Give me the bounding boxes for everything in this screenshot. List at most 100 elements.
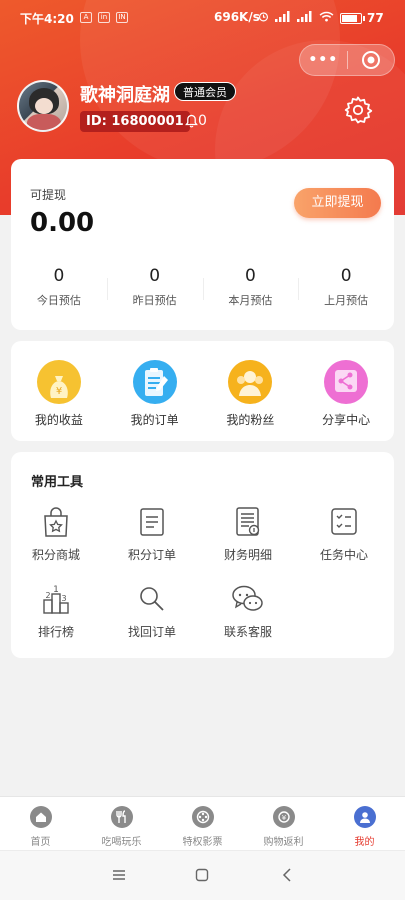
user-id-pill: ID: 16800001	[80, 111, 190, 132]
earnings-stats: 0 今日预估 0 昨日预估 0 本月预估 0 上月预估	[11, 266, 394, 308]
tool-label: 积分商城	[31, 548, 80, 562]
svg-text:¥: ¥	[281, 814, 286, 822]
tab-label: 购物返利	[263, 837, 304, 848]
stat-label: 昨日预估	[132, 294, 177, 307]
stat-today[interactable]: 0 今日预估	[11, 266, 107, 308]
tools-card: 常用工具 积分商城 积分订单 财务明细 任务中心 12 3 排行榜 找回订单 联系…	[11, 452, 394, 658]
shopping-icon: ¥	[272, 806, 295, 828]
stat-value: 0	[340, 266, 352, 286]
svg-text:3: 3	[61, 594, 66, 603]
film-icon	[191, 806, 214, 828]
stat-value: 0	[53, 266, 65, 286]
stat-this-month[interactable]: 0 本月预估	[202, 266, 299, 308]
tab-home[interactable]: 首页	[0, 797, 81, 850]
username: 歌神洞庭湖	[80, 85, 170, 106]
tool-ranking[interactable]: 12 3 排行榜	[8, 583, 104, 640]
battery-percent: 77	[367, 11, 384, 25]
tab-label: 我的	[354, 837, 375, 848]
more-icon[interactable]: •••	[300, 52, 347, 68]
tool-label: 排行榜	[37, 625, 74, 639]
svg-text:¥: ¥	[56, 386, 62, 397]
battery-fill	[342, 14, 358, 22]
withdraw-button[interactable]: 立即提现	[294, 188, 381, 218]
stat-value: 0	[244, 266, 256, 286]
finance-detail-icon	[236, 507, 260, 536]
withdrawable-amount: 0.00	[30, 208, 95, 238]
shortcut-my-orders[interactable]: 我的订单	[107, 341, 203, 441]
tools-title: 常用工具	[31, 475, 84, 490]
stat-label: 本月预估	[228, 294, 273, 307]
bottom-tab-bar: 首页 吃喝玩乐 特权影票 ¥ 购物返利 我的	[0, 796, 405, 850]
home-square-icon[interactable]	[195, 867, 209, 886]
signal-icon	[275, 11, 290, 22]
tool-label: 找回订单	[127, 625, 176, 639]
points-order-icon	[140, 508, 164, 536]
svg-text:2: 2	[45, 591, 50, 600]
stat-label: 今日预估	[36, 294, 81, 307]
stat-value: 0	[149, 266, 161, 286]
tool-customer-service[interactable]: 联系客服	[200, 583, 296, 640]
target-icon[interactable]	[347, 50, 394, 70]
search-order-icon	[140, 587, 164, 611]
stat-label: 上月预估	[324, 294, 369, 307]
status-time: 下午4:20	[20, 12, 74, 26]
gear-icon	[344, 96, 373, 124]
tool-task-center[interactable]: 任务中心	[296, 506, 392, 563]
status-bar: 下午4:20 A in IN 696K/s 77	[0, 0, 405, 36]
shortcut-share-center[interactable]: 分享中心	[298, 341, 394, 441]
balance-card: 可提现 0.00 立即提现 0 今日预估 0 昨日预估 0 本月预估 0 上月预…	[11, 159, 394, 330]
tab-label: 吃喝玩乐	[101, 837, 142, 848]
alarm-icon	[258, 12, 269, 22]
stat-last-month[interactable]: 0 上月预估	[298, 266, 394, 308]
tool-label: 财务明细	[223, 548, 272, 562]
stat-yesterday[interactable]: 0 昨日预估	[106, 266, 203, 308]
fans-icon	[228, 360, 273, 404]
signal-icon	[297, 11, 312, 22]
menu-icon[interactable]	[112, 867, 126, 886]
bell-icon	[185, 114, 198, 128]
task-center-icon	[331, 508, 357, 535]
home-icon	[29, 806, 52, 828]
notification-mini-icon: A	[80, 12, 92, 23]
tab-label: 首页	[30, 837, 51, 848]
wifi-icon	[319, 11, 334, 22]
tab-me[interactable]: 我的	[324, 797, 405, 850]
settings-button[interactable]	[343, 95, 373, 129]
customer-service-icon	[232, 585, 263, 611]
points-mall-icon	[44, 507, 68, 537]
battery-indicator: 77	[340, 11, 384, 25]
shortcuts-card: ¥ 我的收益 我的订单 我的粉丝 分享中心	[11, 341, 394, 441]
status-icons	[258, 11, 334, 22]
shortcut-label: 我的粉丝	[226, 413, 275, 427]
member-level-badge: 普通会员	[174, 82, 236, 101]
tool-points-order[interactable]: 积分订单	[104, 506, 200, 563]
tool-label: 任务中心	[319, 548, 368, 562]
tool-points-mall[interactable]: 积分商城	[8, 506, 104, 563]
share-icon	[324, 360, 369, 404]
shortcut-my-fans[interactable]: 我的粉丝	[203, 341, 299, 441]
order-list-icon	[132, 360, 177, 404]
notification-count: 0	[198, 113, 207, 129]
svg-text:1: 1	[53, 585, 59, 595]
profile-icon	[353, 806, 376, 828]
notification-button[interactable]: 0	[185, 113, 207, 129]
ranking-icon: 12 3	[43, 585, 69, 614]
shortcut-label: 我的订单	[130, 413, 179, 427]
tab-film[interactable]: 特权影票	[162, 797, 243, 850]
battery-icon	[340, 12, 365, 24]
tool-finance-detail[interactable]: 财务明细	[200, 506, 296, 563]
network-speed: 696K/s	[214, 10, 260, 24]
money-bag-icon: ¥	[36, 360, 81, 404]
tab-label: 特权影票	[182, 837, 223, 848]
shortcut-label: 分享中心	[322, 413, 371, 427]
miniprogram-capsule: •••	[299, 44, 395, 76]
avatar[interactable]	[17, 80, 69, 132]
food-icon	[110, 806, 133, 828]
tool-search-order[interactable]: 找回订单	[104, 583, 200, 640]
notification-mini-icon: IN	[116, 12, 128, 23]
system-nav-bar	[0, 850, 405, 900]
tab-shopping[interactable]: ¥ 购物返利	[243, 797, 324, 850]
tab-food-fun[interactable]: 吃喝玩乐	[81, 797, 162, 850]
shortcut-my-earnings[interactable]: ¥ 我的收益	[11, 341, 107, 441]
back-icon[interactable]	[281, 867, 293, 886]
